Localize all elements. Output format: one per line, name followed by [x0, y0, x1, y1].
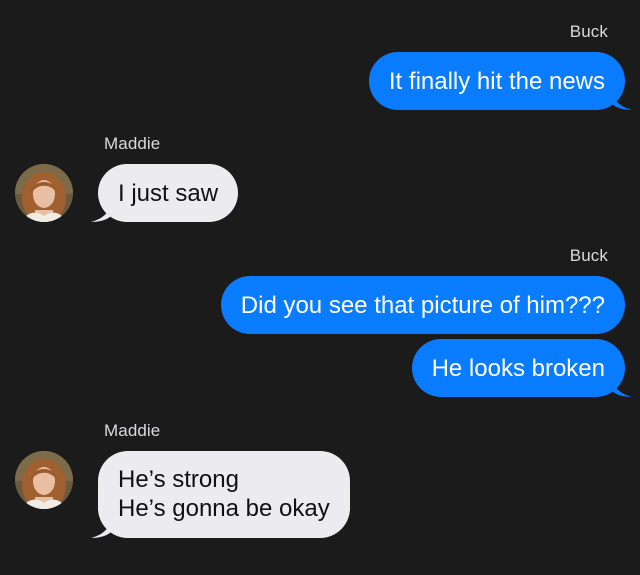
message-bubble-outgoing[interactable]: He looks broken [411, 339, 632, 397]
message-text: I just saw [118, 180, 219, 207]
message-text-line: He’s strong [118, 466, 239, 493]
sender-label-buck: Buck [569, 22, 608, 41]
message-bubble-outgoing[interactable]: Did you see that picture of him??? [220, 276, 625, 334]
message-text: Did you see that picture of him??? [240, 292, 605, 319]
avatar-photo-icon [15, 451, 73, 509]
message-bubble-outgoing[interactable]: It finally hit the news [368, 52, 632, 110]
bubble-tail-icon [91, 202, 111, 222]
sender-label-maddie: Maddie [104, 421, 161, 440]
avatar[interactable] [15, 164, 73, 222]
bubble-tail-icon [612, 377, 632, 397]
bubble-tail-icon [91, 518, 111, 538]
message-bubble-incoming[interactable]: I just saw [91, 164, 239, 222]
message-text: It finally hit the news [388, 68, 605, 95]
message-text: He looks broken [431, 355, 605, 382]
sender-label-maddie: Maddie [104, 134, 161, 153]
avatar-photo-icon [15, 164, 73, 222]
message-text-line: He’s gonna be okay [118, 495, 330, 522]
avatar[interactable] [15, 451, 73, 509]
sender-label-buck: Buck [569, 246, 608, 265]
bubble-tail-icon [612, 90, 632, 110]
message-bubble-incoming[interactable]: He’s strong He’s gonna be okay [91, 451, 350, 538]
